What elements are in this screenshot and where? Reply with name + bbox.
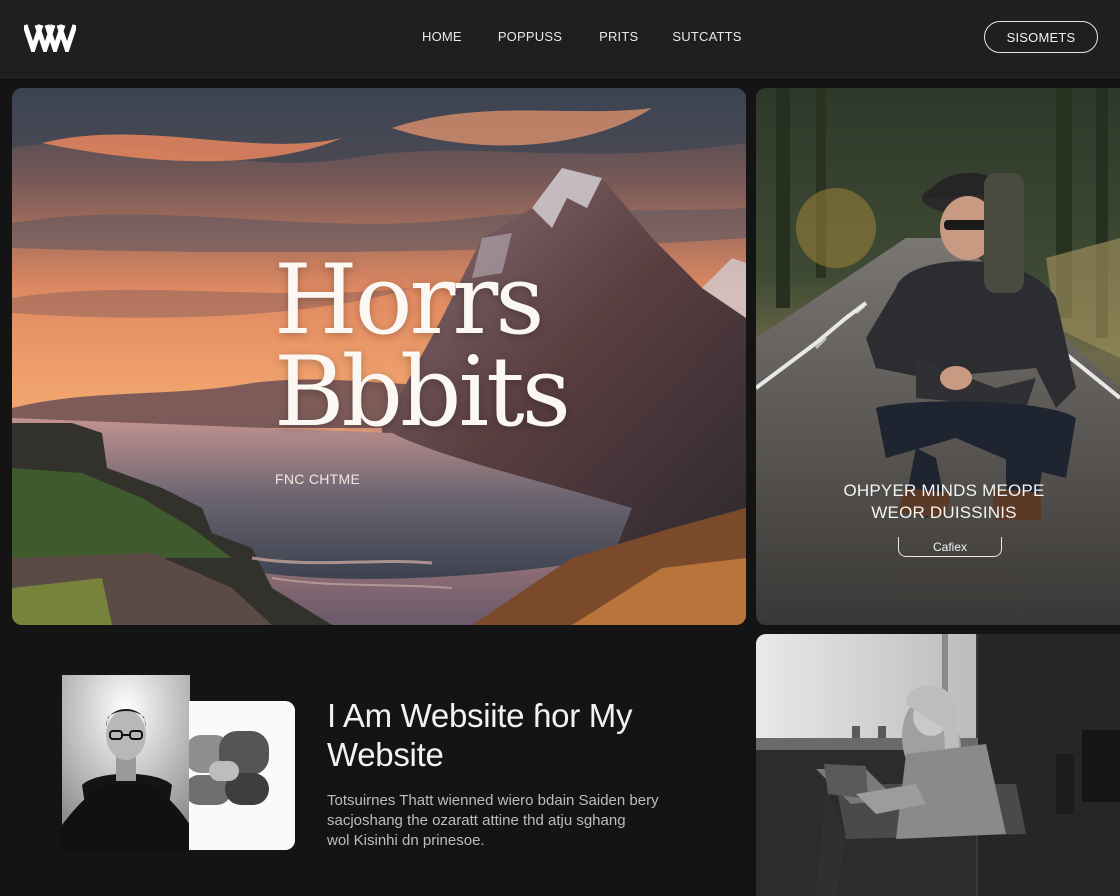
abstract-card	[189, 701, 295, 850]
hero-title: Horrs Bbbits	[274, 244, 571, 448]
nav-poppuss[interactable]: POPPUSS	[498, 29, 562, 44]
intro-title: I Am Websiite ɦor My Website	[327, 697, 633, 773]
feature-button[interactable]: Cafiex	[898, 537, 1002, 557]
intro-body: Totsuirnes Thatt wienned wiero bdain Sai…	[327, 791, 707, 851]
woman-laptop-image	[756, 634, 1120, 896]
hero-title-line2: Bbbits	[274, 336, 571, 448]
feature-headline-line2: WEOR DUISSINIS	[871, 503, 1017, 522]
main-nav: HOME POPPUSS PRITS SUTCATTS	[422, 29, 742, 44]
feature-headline: OHPYER MINDS MEOPE WEOR DUISSINIS	[756, 480, 1120, 524]
intro-body-line2: sacjoshang the ozaratt attine thd atju s…	[327, 812, 626, 829]
header-cta-button[interactable]: SISOMETS	[984, 21, 1098, 53]
abstract-blur-image	[189, 701, 295, 850]
nav-home[interactable]: HOME	[422, 29, 462, 44]
workspace-photo[interactable]	[756, 634, 1120, 896]
nav-sutcatts[interactable]: SUTCATTS	[672, 29, 741, 44]
intro-body-line1: Totsuirnes Thatt wienned wiero bdain Sai…	[327, 792, 659, 809]
feature-card[interactable]: OHPYER MINDS MEOPE WEOR DUISSINIS Cafiex	[756, 88, 1120, 625]
nav-prits[interactable]: PRITS	[599, 29, 638, 44]
hero-subtitle: FNC CHTME	[275, 471, 361, 487]
hero-title-line1: Horrs	[274, 244, 545, 356]
ww-logo-icon[interactable]	[24, 22, 76, 52]
feature-headline-line1: OHPYER MINDS MEOPE	[843, 481, 1045, 500]
portrait-photo	[62, 675, 190, 850]
hero-card[interactable]: Horrs Bbbits FNC CHTME	[12, 88, 746, 625]
intro-body-line3: wol Kisinhi dn prinesoe.	[327, 832, 485, 849]
man-portrait-image	[62, 675, 190, 850]
site-header: HOME POPPUSS PRITS SUTCATTS SISOMETS	[0, 0, 1120, 78]
